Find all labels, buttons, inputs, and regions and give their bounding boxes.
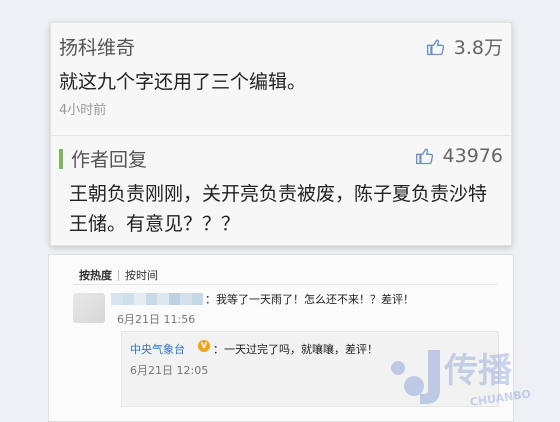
avatar[interactable] bbox=[73, 293, 105, 323]
author-reply-text: 王朝负责刚刚，关开亮负责被废，陈子夏负责沙特王储。有意见？？？ bbox=[69, 183, 488, 235]
watermark-brand-cn: 传播 bbox=[443, 351, 513, 391]
comment-username[interactable]: 扬科维奇 bbox=[59, 37, 135, 59]
comment-card: 扬科维奇 3.8万 就这九个字还用了三个编辑。 4小时前 作者回复 43976 … bbox=[50, 22, 512, 246]
chuanbo-watermark-logo: 传播 CHUANBO bbox=[391, 350, 532, 409]
divider bbox=[51, 135, 511, 136]
sort-tabs: 按热度 按时间 bbox=[73, 267, 164, 283]
author-reply-label: 作者回复 bbox=[71, 149, 148, 171]
weibo-comment-text: ：我等了一天雨了！怎么还不来！？差评！ bbox=[205, 293, 414, 306]
reply-time: 6月21日 12:05 bbox=[130, 364, 209, 377]
author-like-button[interactable]: 43976 bbox=[415, 145, 503, 167]
tab-by-time[interactable]: 按时间 bbox=[119, 267, 164, 283]
comment-time: 4小时前 bbox=[59, 103, 107, 118]
like-button[interactable]: 3.8万 bbox=[426, 33, 503, 60]
blurred-username bbox=[111, 293, 203, 305]
verified-badge-icon: V bbox=[198, 340, 210, 352]
thumbs-up-icon bbox=[415, 148, 433, 165]
tab-by-popularity[interactable]: 按热度 bbox=[73, 267, 118, 283]
like-count: 3.8万 bbox=[453, 37, 503, 59]
reply-username[interactable]: 中央气象台 bbox=[130, 341, 185, 357]
comment-text: 就这九个字还用了三个编辑。 bbox=[59, 71, 307, 93]
comment-header: 扬科维奇 3.8万 bbox=[59, 33, 503, 60]
author-like-count: 43976 bbox=[442, 145, 503, 167]
thumbs-up-icon bbox=[426, 39, 444, 55]
author-reply-marker bbox=[59, 149, 63, 169]
tabs-underline bbox=[73, 284, 497, 285]
weibo-comment-time: 6月21日 11:56 bbox=[117, 313, 196, 326]
reply-text: ：一天过完了吗，就嚷嚷，差评！ bbox=[213, 343, 378, 356]
